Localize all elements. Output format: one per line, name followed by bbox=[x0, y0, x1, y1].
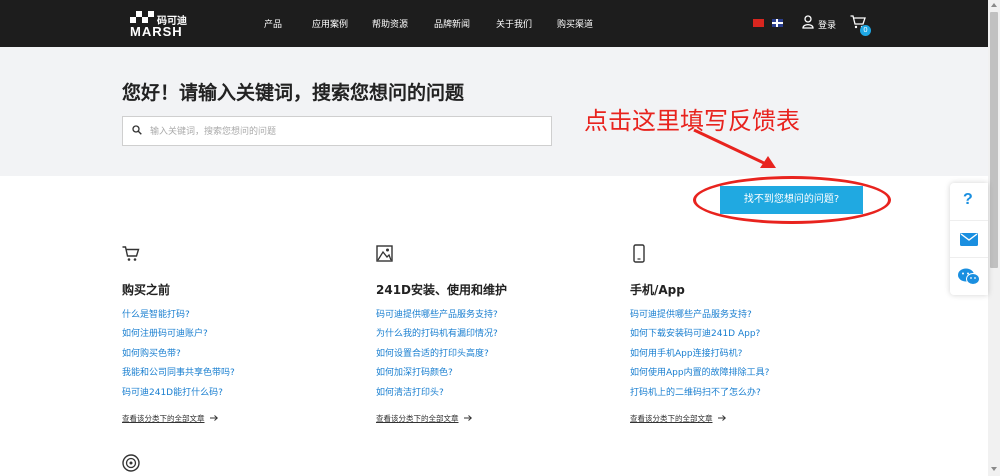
faq-link[interactable]: 如何清洁打印头? bbox=[376, 385, 444, 398]
faq-link[interactable]: 码可迪241D能打什么码? bbox=[122, 385, 223, 398]
logo[interactable]: 码可迪 MARSH bbox=[130, 8, 192, 39]
arrow-right-icon bbox=[718, 415, 726, 421]
faq-link[interactable]: 如何用手机App连接打码机? bbox=[630, 346, 742, 359]
faq-link[interactable]: 码可迪提供哪些产品服务支持? bbox=[376, 307, 498, 320]
mail-icon bbox=[960, 233, 978, 246]
nav-item-cases[interactable]: 应用案例 bbox=[312, 17, 348, 30]
login-link[interactable]: 登录 bbox=[818, 18, 836, 31]
view-all-articles-link[interactable]: 查看该分类下的全部文章 bbox=[376, 413, 459, 424]
mobile-phone-icon bbox=[633, 244, 645, 263]
question-mark-icon: ? bbox=[963, 191, 973, 208]
china-flag-icon[interactable] bbox=[753, 19, 764, 27]
faq-link[interactable]: 如何设置合适的打印头高度? bbox=[376, 346, 489, 359]
category-title-before-purchase: 购买之前 bbox=[122, 283, 171, 297]
arrow-right-icon bbox=[210, 415, 218, 421]
nav-item-about[interactable]: 关于我们 bbox=[496, 17, 532, 30]
scroll-down-arrow-icon[interactable] bbox=[991, 467, 997, 471]
cart-count-badge: 0 bbox=[860, 25, 871, 36]
uk-flag-icon[interactable] bbox=[772, 19, 783, 27]
category-title-241d: 241D安装、使用和维护 bbox=[376, 283, 508, 297]
scroll-up-arrow-icon[interactable] bbox=[991, 3, 997, 7]
scrollbar-thumb[interactable] bbox=[990, 12, 998, 268]
user-icon[interactable] bbox=[802, 15, 814, 29]
help-tool-button[interactable]: ? bbox=[950, 183, 988, 220]
wechat-icon bbox=[958, 268, 980, 285]
arrow-right-icon bbox=[464, 415, 472, 421]
search-input[interactable] bbox=[148, 118, 547, 146]
wechat-tool-button[interactable] bbox=[950, 257, 988, 295]
feedback-button[interactable]: 找不到您想问的问题? bbox=[720, 186, 863, 214]
view-all-articles-link[interactable]: 查看该分类下的全部文章 bbox=[122, 413, 205, 424]
image-frame-icon bbox=[376, 245, 393, 262]
logo-english-name: MARSH bbox=[130, 24, 183, 39]
shopping-cart-icon bbox=[122, 246, 140, 261]
faq-link[interactable]: 如何加深打码颜色? bbox=[376, 365, 453, 378]
nav-item-products[interactable]: 产品 bbox=[264, 17, 282, 30]
faq-link[interactable]: 如何注册码可迪账户? bbox=[122, 326, 208, 339]
faq-link[interactable]: 如何购买色带? bbox=[122, 346, 181, 359]
faq-link[interactable]: 码可迪提供哪些产品服务支持? bbox=[630, 307, 752, 320]
annotation-arrow-icon bbox=[693, 128, 776, 168]
search-icon bbox=[132, 125, 142, 135]
faq-link[interactable]: 打码机上的二维码扫不了怎么办? bbox=[630, 385, 761, 398]
faq-link[interactable]: 什么是智能打码? bbox=[122, 307, 190, 320]
nav-item-help[interactable]: 帮助资源 bbox=[372, 17, 408, 30]
faq-link[interactable]: 如何使用App内置的故障排除工具? bbox=[630, 365, 769, 378]
search-hero bbox=[0, 47, 988, 176]
faq-link[interactable]: 如何下载安装码可迪241D App? bbox=[630, 326, 760, 339]
logo-mark-icon bbox=[130, 11, 154, 23]
faq-link[interactable]: 为什么我的打码机有漏印情况? bbox=[376, 326, 498, 339]
faq-link[interactable]: 我能和公司同事共享色带吗? bbox=[122, 365, 235, 378]
nav-item-news[interactable]: 品牌新闻 bbox=[434, 17, 470, 30]
category-title-mobile-app: 手机/App bbox=[630, 283, 685, 297]
page-title: 您好！请输入关键词，搜索您想问的问题 bbox=[122, 82, 465, 104]
side-toolbar: ? bbox=[950, 183, 988, 295]
ribbon-roll-icon bbox=[122, 454, 140, 472]
email-tool-button[interactable] bbox=[950, 220, 988, 258]
view-all-articles-link[interactable]: 查看该分类下的全部文章 bbox=[630, 413, 713, 424]
nav-item-buy[interactable]: 购买渠道 bbox=[557, 17, 593, 30]
